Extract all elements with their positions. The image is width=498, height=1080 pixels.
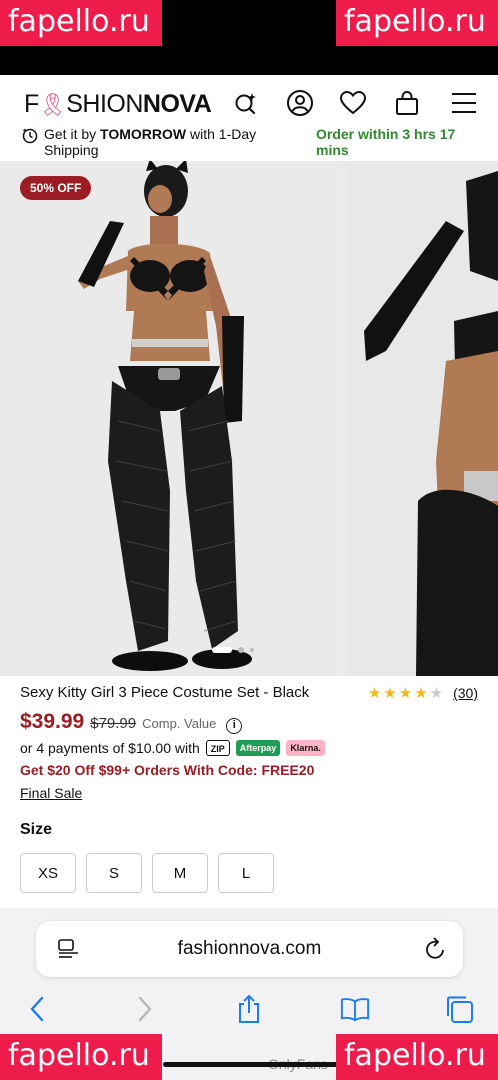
sale-price: $39.99 bbox=[20, 710, 85, 733]
url-text[interactable]: fashionnova.com bbox=[36, 921, 463, 977]
product-image-gallery[interactable]: 50% OFF bbox=[0, 161, 498, 676]
home-indicator[interactable] bbox=[163, 1062, 338, 1067]
wishlist-heart-icon[interactable] bbox=[339, 89, 367, 117]
star-icon: ★ bbox=[414, 685, 428, 702]
fashion-nova-logo[interactable]: F🎗SHIONNOVA bbox=[24, 90, 212, 119]
size-option-l[interactable]: L bbox=[218, 853, 274, 893]
promo-message: Get $20 Off $99+ Orders With Code: FREE2… bbox=[20, 762, 315, 778]
reload-icon[interactable] bbox=[425, 937, 447, 966]
size-selector: XS S M L bbox=[20, 853, 480, 893]
logo-f: F bbox=[24, 90, 39, 118]
product-title: Sexy Kitty Girl 3 Piece Costume Set - Bl… bbox=[20, 684, 310, 701]
info-icon[interactable]: i bbox=[226, 718, 243, 734]
comp-value-label: Comp. Value bbox=[142, 716, 217, 731]
logo-nova: NOVA bbox=[142, 90, 212, 118]
address-bar[interactable]: fashionnova.com bbox=[36, 921, 463, 977]
share-icon[interactable] bbox=[234, 994, 264, 1024]
shopping-bag-icon[interactable] bbox=[393, 89, 421, 117]
account-icon[interactable] bbox=[286, 89, 314, 117]
product-info: Sexy Kitty Girl 3 Piece Costume Set - Bl… bbox=[20, 684, 480, 893]
installments-text: or 4 payments of $10.00 with bbox=[20, 740, 200, 756]
menu-icon[interactable] bbox=[450, 89, 478, 117]
logo-shion: SHION bbox=[66, 90, 143, 118]
pagination-dot[interactable] bbox=[238, 647, 244, 653]
search-icon[interactable] bbox=[232, 89, 260, 117]
shipping-banner: Get it by TOMORROW with 1-Day Shipping O… bbox=[0, 124, 498, 160]
ribbon-icon: 🎗 bbox=[38, 92, 67, 117]
product-image-main[interactable]: 50% OFF bbox=[0, 161, 343, 676]
star-icon: ★ bbox=[398, 685, 413, 702]
klarna-logo[interactable]: Klarna. bbox=[286, 740, 325, 756]
gallery-pagination[interactable] bbox=[212, 647, 254, 653]
size-option-s[interactable]: S bbox=[86, 853, 142, 893]
watermark-top-left: fapello.ru bbox=[0, 0, 162, 46]
star-empty-icon: ★ bbox=[429, 685, 444, 702]
size-option-m[interactable]: M bbox=[152, 853, 208, 893]
bookmarks-icon[interactable] bbox=[340, 994, 370, 1024]
size-option-xs[interactable]: XS bbox=[20, 853, 76, 893]
pagination-dot-active[interactable] bbox=[212, 647, 232, 653]
review-count-link[interactable]: (30) bbox=[453, 685, 478, 701]
product-image-secondary[interactable] bbox=[346, 161, 498, 676]
watermark-bottom-left: fapello.ru bbox=[0, 1034, 162, 1080]
zip-logo[interactable]: ZIP bbox=[205, 740, 230, 756]
size-label: Size bbox=[20, 821, 53, 838]
product-rating[interactable]: ★ ★ ★ ★ ★ (30) bbox=[368, 684, 478, 702]
discount-badge: 50% OFF bbox=[20, 176, 92, 200]
back-icon[interactable] bbox=[22, 994, 52, 1024]
afterpay-logo[interactable]: Afterpay bbox=[235, 740, 281, 756]
star-icon: ★ bbox=[383, 685, 397, 702]
watermark-bottom-right: fapello.ru bbox=[336, 1034, 498, 1080]
original-price: $79.99 bbox=[90, 715, 137, 732]
order-countdown: Order within 3 hrs 17 mins bbox=[316, 126, 456, 158]
star-icon: ★ bbox=[367, 685, 382, 702]
delivery-estimate: Get it by TOMORROW with 1-Day Shipping bbox=[44, 126, 257, 158]
installment-options: or 4 payments of $10.00 with ZIP Afterpa… bbox=[20, 740, 480, 756]
final-sale-link[interactable]: Final Sale bbox=[20, 785, 480, 801]
site-header: F🎗SHIONNOVA bbox=[0, 75, 498, 130]
tabs-icon[interactable] bbox=[444, 994, 474, 1024]
forward-icon[interactable] bbox=[130, 994, 160, 1024]
clock-icon bbox=[22, 128, 38, 158]
pagination-dot[interactable] bbox=[250, 648, 254, 652]
watermark-top-right: fapello.ru bbox=[336, 0, 498, 46]
